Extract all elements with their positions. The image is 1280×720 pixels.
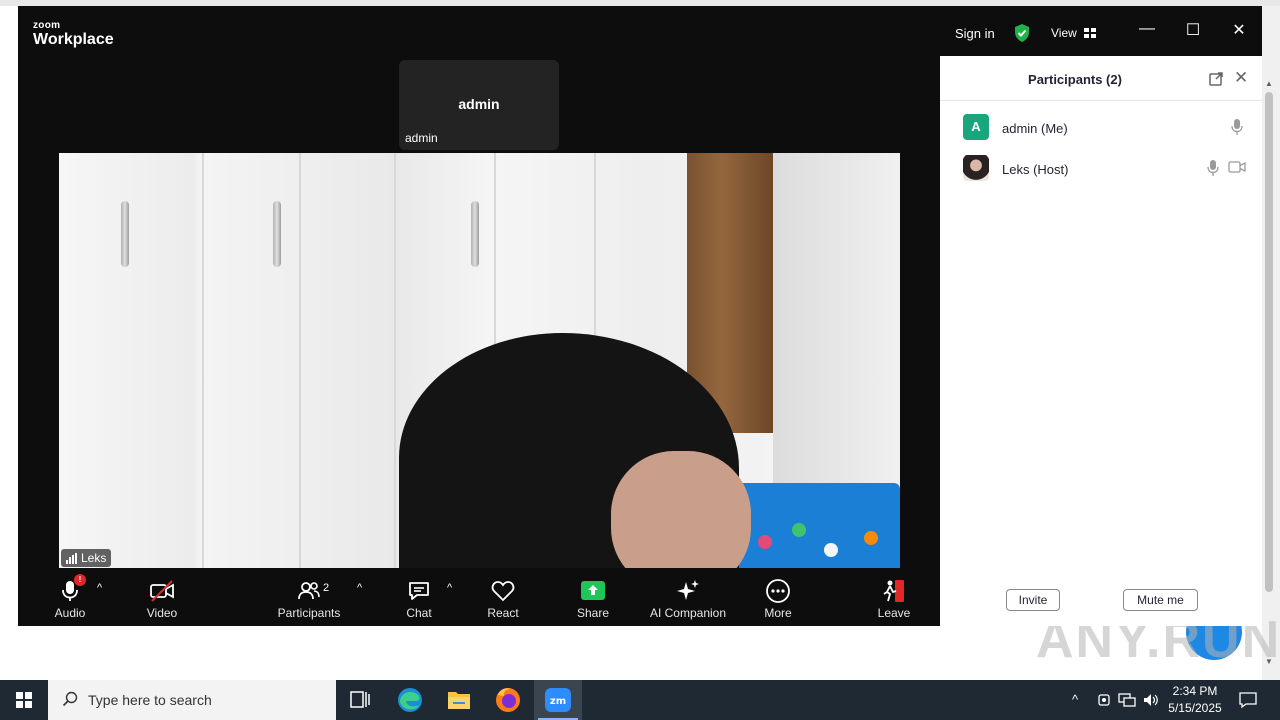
file-explorer-icon[interactable] <box>435 680 483 720</box>
firefox-icon[interactable] <box>484 680 532 720</box>
tray-device-icon[interactable] <box>1097 692 1111 708</box>
video-name-tag-label: Leks <box>81 551 107 565</box>
avatar: A <box>963 114 989 140</box>
connection-signal-icon <box>66 552 77 564</box>
audio-options-caret[interactable]: ^ <box>97 582 102 594</box>
participants-panel-title: Participants (2) <box>1028 72 1122 87</box>
participant-name: admin (Me) <box>1002 121 1068 136</box>
tile-display-name: admin <box>458 96 500 112</box>
microphone-icon[interactable] <box>1206 159 1220 177</box>
more-label: More <box>764 606 792 620</box>
zoom-logo-top: zoom <box>33 20 61 31</box>
video-label: Video <box>146 606 178 620</box>
tile-name-label: admin <box>405 131 438 145</box>
video-off-icon <box>150 580 174 602</box>
view-grid-icon[interactable] <box>1084 28 1096 38</box>
close-window-button[interactable]: ✕ <box>1227 20 1251 40</box>
share-label: Share <box>576 606 610 620</box>
audio-label: Audio <box>54 606 86 620</box>
svg-text:zm: zm <box>550 696 566 707</box>
ai-companion-button[interactable]: AI Companion <box>644 568 732 626</box>
avatar <box>963 155 989 181</box>
meeting-stage: admin admin Leks <box>18 56 940 568</box>
task-view-icon[interactable] <box>336 680 384 720</box>
minimize-button[interactable]: — <box>1135 20 1159 38</box>
share-button[interactable]: Share <box>573 568 613 626</box>
participants-options-caret[interactable]: ^ <box>357 582 362 594</box>
video-name-tag: Leks <box>61 549 112 567</box>
invite-button[interactable]: Invite <box>1006 589 1060 611</box>
audio-warning-badge: ! <box>74 574 86 586</box>
video-scene-detail <box>611 451 751 568</box>
video-button[interactable]: Video <box>140 568 184 626</box>
scroll-up-arrow-icon[interactable]: ▲ <box>1263 78 1275 90</box>
more-dots-icon <box>766 579 790 603</box>
leave-label: Leave <box>877 606 911 620</box>
participant-tile-admin[interactable]: admin admin <box>399 60 559 150</box>
participant-row-leks[interactable]: Leks (Host) <box>940 151 1262 187</box>
video-scene-detail <box>471 201 479 267</box>
close-panel-icon[interactable]: ✕ <box>1234 68 1248 88</box>
notification-center-icon[interactable] <box>1238 691 1258 709</box>
react-button[interactable]: React <box>483 568 523 626</box>
clock-date: 5/15/2025 <box>1168 701 1222 715</box>
participant-row-admin[interactable]: A admin (Me) <box>940 110 1262 146</box>
zoom-app-icon: zm <box>545 688 571 712</box>
taskbar-search-box[interactable]: Type here to search <box>48 680 336 720</box>
more-button[interactable]: More <box>758 568 798 626</box>
panel-divider <box>940 100 1262 101</box>
pop-out-icon[interactable] <box>1208 71 1224 87</box>
participant-name: Leks (Host) <box>1002 162 1069 177</box>
participants-label: Participants <box>277 606 341 620</box>
meeting-toolbar: ! Audio ^ Video 2 Participants ^ Chat ^ … <box>18 568 940 626</box>
browser-left-strip <box>0 6 18 680</box>
network-icon[interactable] <box>1118 692 1136 708</box>
chat-label: Chat <box>406 606 432 620</box>
participants-icon <box>298 582 320 600</box>
leave-door-icon <box>883 580 904 602</box>
share-screen-icon <box>581 581 605 600</box>
search-placeholder: Type here to search <box>88 692 212 708</box>
maximize-button[interactable]: ☐ <box>1181 20 1205 40</box>
heart-icon <box>491 581 515 602</box>
leave-button[interactable]: Leave <box>874 568 914 626</box>
video-scene-detail <box>299 153 301 568</box>
participants-panel: Participants (2) ✕ A admin (Me) Leks (Ho… <box>940 56 1262 626</box>
sparkle-icon <box>677 580 699 600</box>
microphone-icon[interactable] <box>1230 118 1244 136</box>
video-scene-detail <box>273 201 281 267</box>
search-icon <box>62 691 78 707</box>
zoom-window: zoom Workplace Sign in View — ☐ ✕ admin … <box>18 6 1262 626</box>
active-speaker-video[interactable]: Leks <box>59 153 900 568</box>
clock-time: 2:34 PM <box>1172 684 1218 698</box>
sign-in-button[interactable]: Sign in <box>955 26 995 41</box>
participants-button[interactable]: 2 Participants <box>272 568 346 626</box>
chat-options-caret[interactable]: ^ <box>447 582 452 594</box>
taskbar-clock[interactable]: 2:34 PM 5/15/2025 <box>1160 683 1230 717</box>
volume-icon[interactable] <box>1142 692 1160 708</box>
react-label: React <box>487 606 519 620</box>
zoom-logo-workplace: Workplace <box>33 31 114 48</box>
mute-me-button[interactable]: Mute me <box>1123 589 1198 611</box>
view-button[interactable]: View <box>1051 26 1077 40</box>
windows-taskbar: Type here to search zm ^ 2:34 PM 5/15/20… <box>0 680 1280 720</box>
audio-button[interactable]: ! Audio <box>48 568 92 626</box>
camera-icon[interactable] <box>1228 160 1246 174</box>
windows-start-icon[interactable] <box>0 680 48 720</box>
title-bar: zoom Workplace Sign in View — ☐ ✕ <box>18 6 1262 56</box>
chat-icon <box>409 582 429 600</box>
page-scrollbar-thumb[interactable] <box>1265 92 1273 592</box>
participants-count: 2 <box>323 582 330 594</box>
tray-overflow-chevron-icon[interactable]: ^ <box>1072 692 1078 707</box>
zoom-taskbar-app[interactable]: zm <box>534 680 582 720</box>
encryption-shield-icon[interactable] <box>1012 23 1032 43</box>
video-scene-detail <box>121 201 129 267</box>
video-scene-detail <box>394 153 396 568</box>
video-scene-detail <box>202 153 204 568</box>
chat-button[interactable]: Chat <box>398 568 440 626</box>
edge-browser-icon[interactable] <box>386 680 434 720</box>
ai-companion-label: AI Companion <box>649 606 727 620</box>
